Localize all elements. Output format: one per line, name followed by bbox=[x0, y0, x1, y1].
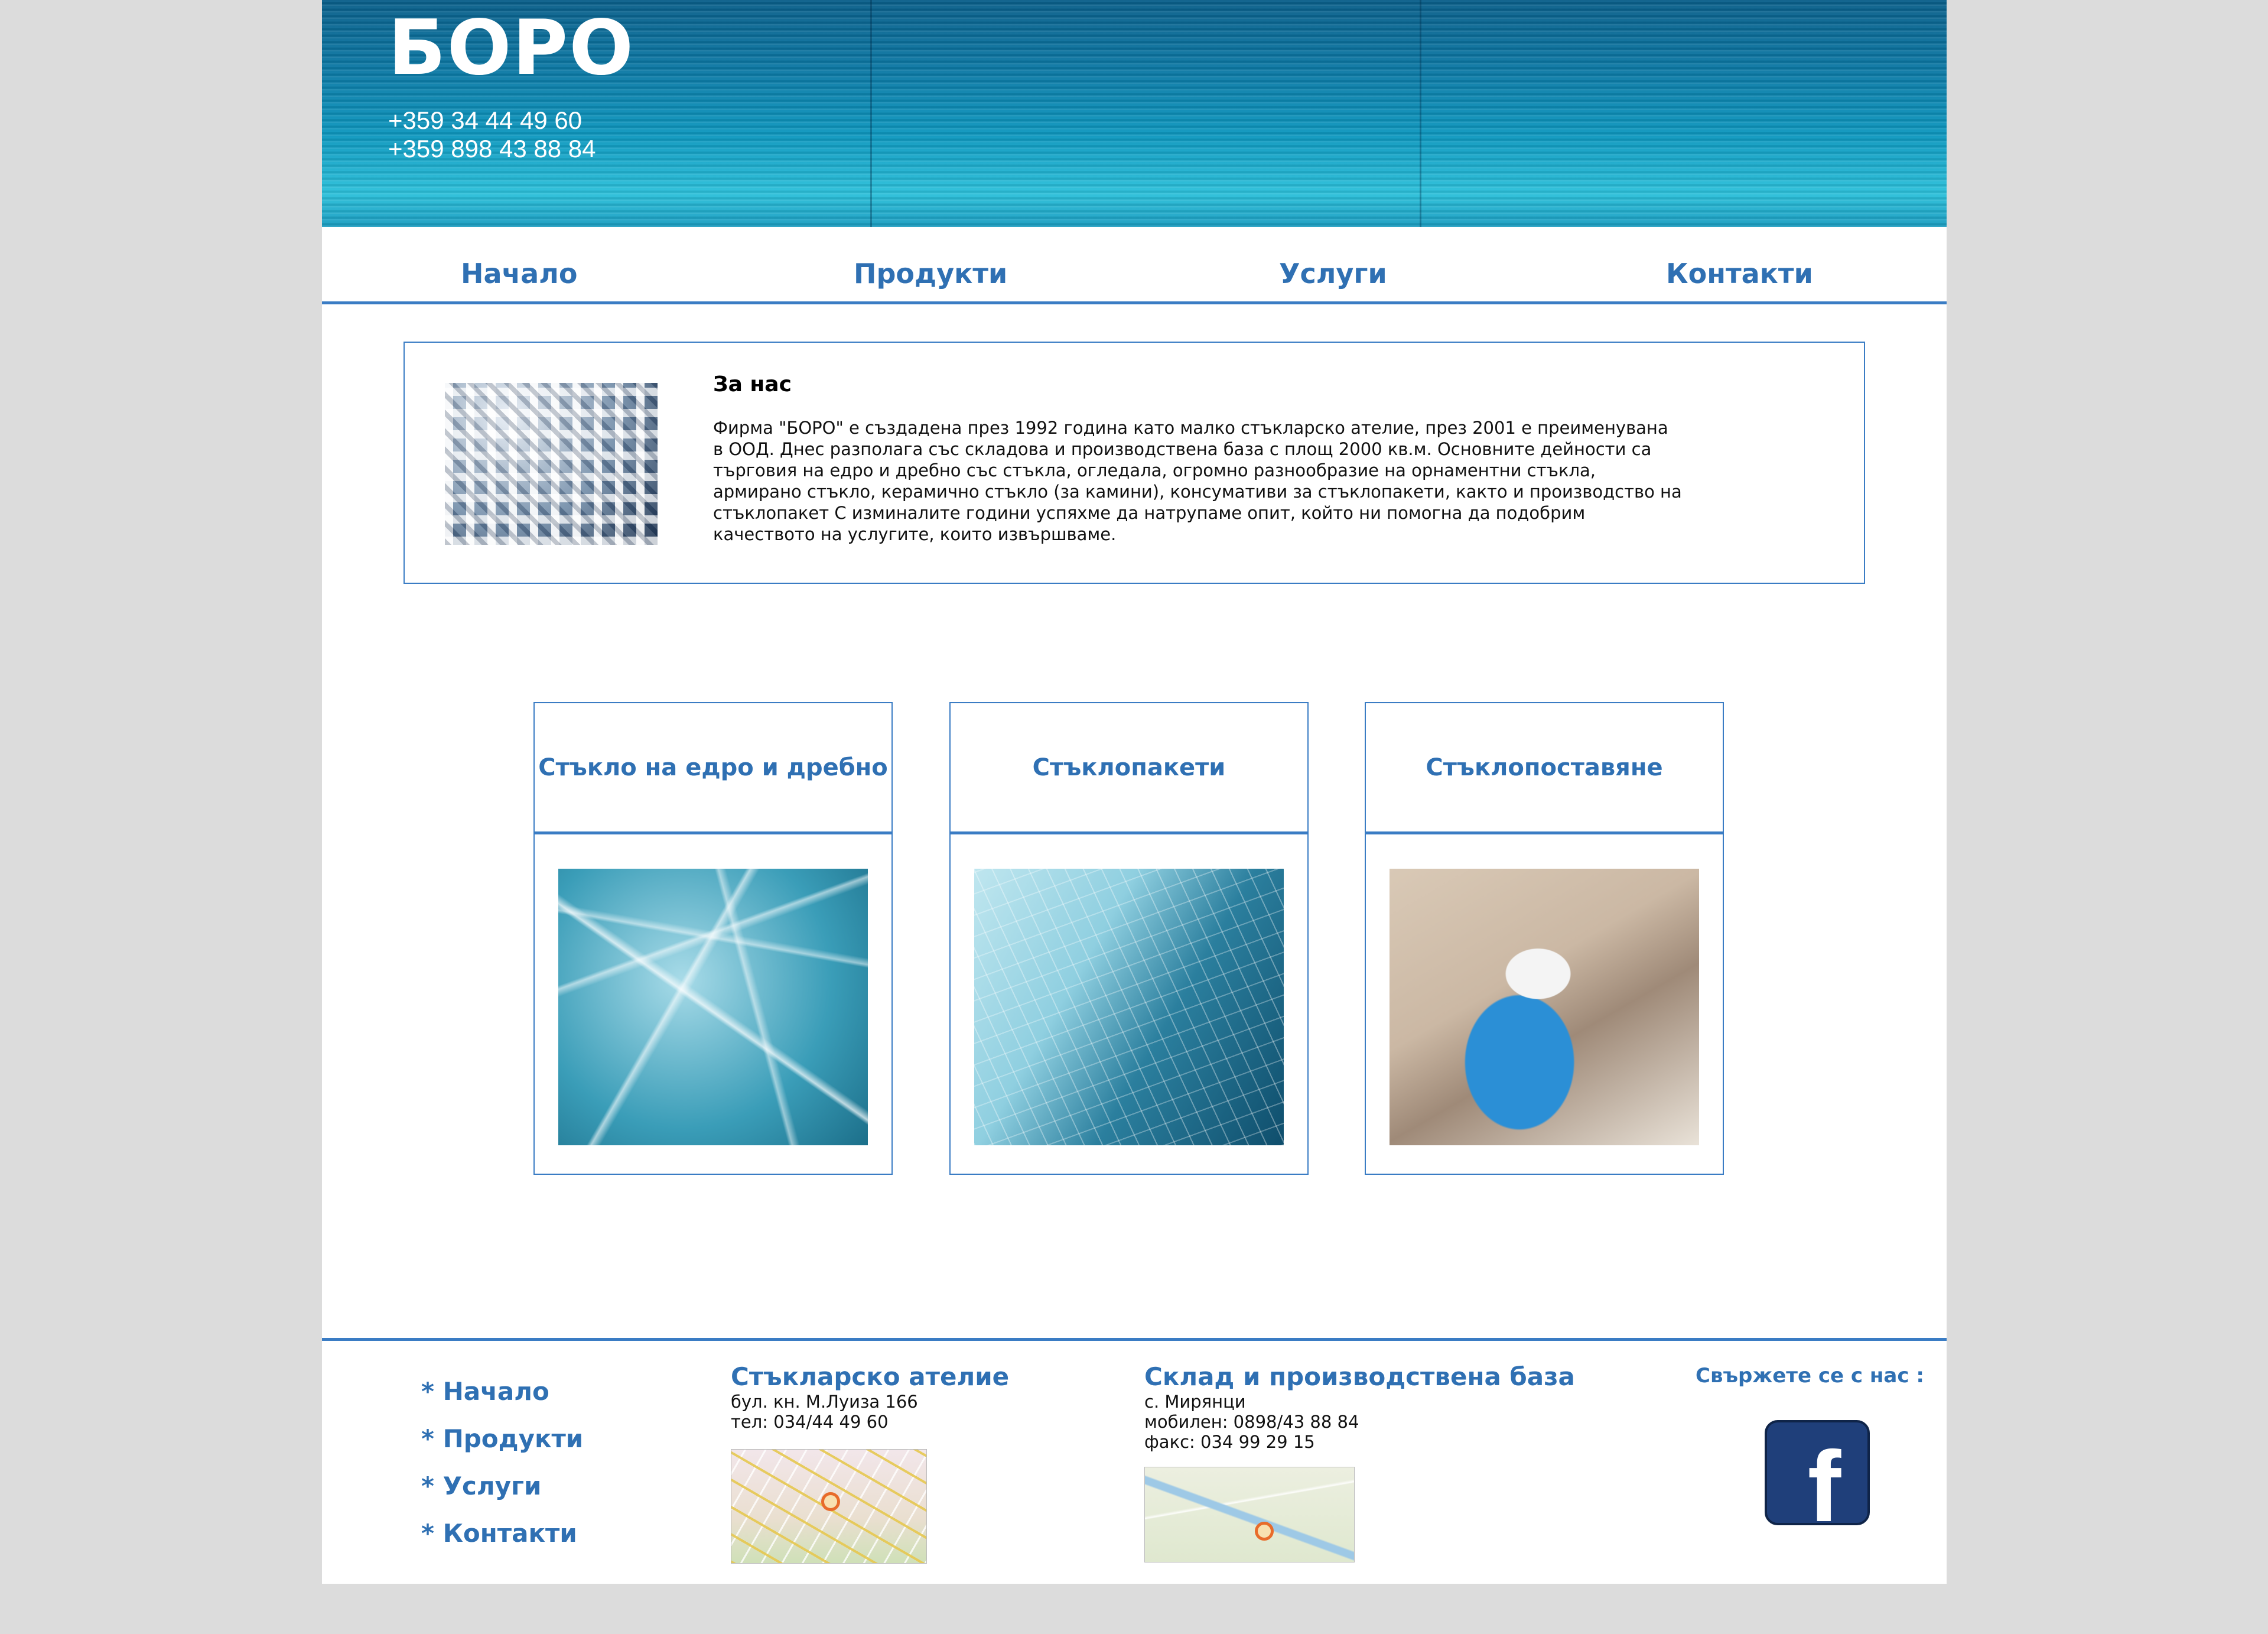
banner-seam bbox=[1420, 0, 1421, 227]
atelier-map[interactable] bbox=[731, 1449, 927, 1564]
site-logo[interactable]: БОРО bbox=[388, 11, 634, 86]
glass-blocks-image bbox=[445, 383, 658, 545]
map-pin-icon bbox=[1255, 1522, 1274, 1541]
nav-contacts[interactable]: Контакти bbox=[1666, 258, 1813, 290]
atelier-address: бул. кн. М.Луиза 166 bbox=[731, 1392, 918, 1412]
card-title[interactable]: Стъкло на едро и дребно bbox=[538, 754, 888, 781]
map-pin-icon bbox=[821, 1492, 840, 1511]
card-header: Стъклопоставяне bbox=[1366, 703, 1723, 834]
page-container: БОРО +359 34 44 49 60 +359 898 43 88 84 … bbox=[322, 0, 1947, 1584]
service-card-wholesale[interactable]: Стъкло на едро и дребно bbox=[533, 702, 893, 1175]
glass-installer-image[interactable] bbox=[1390, 869, 1699, 1145]
atelier-info: Стъкларско ателие бул. кн. М.Луиза 166 т… bbox=[731, 1362, 1009, 1432]
broken-glass-image[interactable] bbox=[558, 869, 868, 1145]
header-banner: БОРО +359 34 44 49 60 +359 898 43 88 84 bbox=[322, 0, 1947, 227]
main-nav: Начало Продукти Услуги Контакти bbox=[322, 227, 1947, 304]
warehouse-location: с. Мирянци bbox=[1144, 1392, 1246, 1412]
facebook-icon[interactable]: f bbox=[1765, 1420, 1870, 1525]
footer-divider bbox=[322, 1338, 1947, 1341]
warehouse-info: Склад и производствена база с. Мирянци м… bbox=[1144, 1362, 1575, 1452]
card-title[interactable]: Стъклопоставяне bbox=[1426, 754, 1662, 781]
footer-link-contacts[interactable]: * Контакти bbox=[421, 1519, 583, 1566]
atelier-title: Стъкларско ателие bbox=[731, 1362, 1010, 1391]
about-section: За нас Фирма "БОРО" е създадена през 199… bbox=[404, 342, 1865, 584]
nav-services[interactable]: Услуги bbox=[1279, 258, 1387, 290]
service-card-glass-units[interactable]: Стъклопакети bbox=[949, 702, 1309, 1175]
warehouse-fax: факс: 034 99 29 15 bbox=[1144, 1432, 1315, 1453]
phone-number: +359 34 44 49 60 bbox=[388, 106, 583, 134]
footer-links: * Начало * Продукти * Услуги * Контакти bbox=[421, 1377, 583, 1566]
nav-products[interactable]: Продукти bbox=[854, 258, 1007, 290]
warehouse-map[interactable] bbox=[1144, 1467, 1355, 1562]
about-text: Фирма "БОРО" е създадена през 1992 годин… bbox=[713, 418, 1682, 544]
card-header: Стъкло на едро и дребно bbox=[535, 703, 891, 834]
atelier-phone: тел: 034/44 49 60 bbox=[731, 1412, 889, 1432]
card-header: Стъклопакети bbox=[951, 703, 1307, 834]
nav-home[interactable]: Начало bbox=[461, 258, 577, 290]
card-title[interactable]: Стъклопакети bbox=[1033, 754, 1226, 781]
banner-seam bbox=[870, 0, 872, 227]
glass-building-image[interactable] bbox=[974, 869, 1284, 1145]
footer-link-products[interactable]: * Продукти bbox=[421, 1424, 583, 1471]
footer-link-home[interactable]: * Начало bbox=[421, 1377, 583, 1424]
contact-title: Свържете се с нас : bbox=[1696, 1364, 1924, 1388]
service-card-glazing[interactable]: Стъклопоставяне bbox=[1365, 702, 1724, 1175]
about-title: За нас bbox=[713, 372, 792, 397]
footer-link-services[interactable]: * Услуги bbox=[421, 1471, 583, 1519]
phone-number: +359 898 43 88 84 bbox=[388, 135, 596, 163]
warehouse-mobile: мобилен: 0898/43 88 84 bbox=[1144, 1412, 1359, 1432]
warehouse-title: Склад и производствена база bbox=[1144, 1362, 1575, 1391]
facebook-glyph: f bbox=[1807, 1431, 1841, 1525]
